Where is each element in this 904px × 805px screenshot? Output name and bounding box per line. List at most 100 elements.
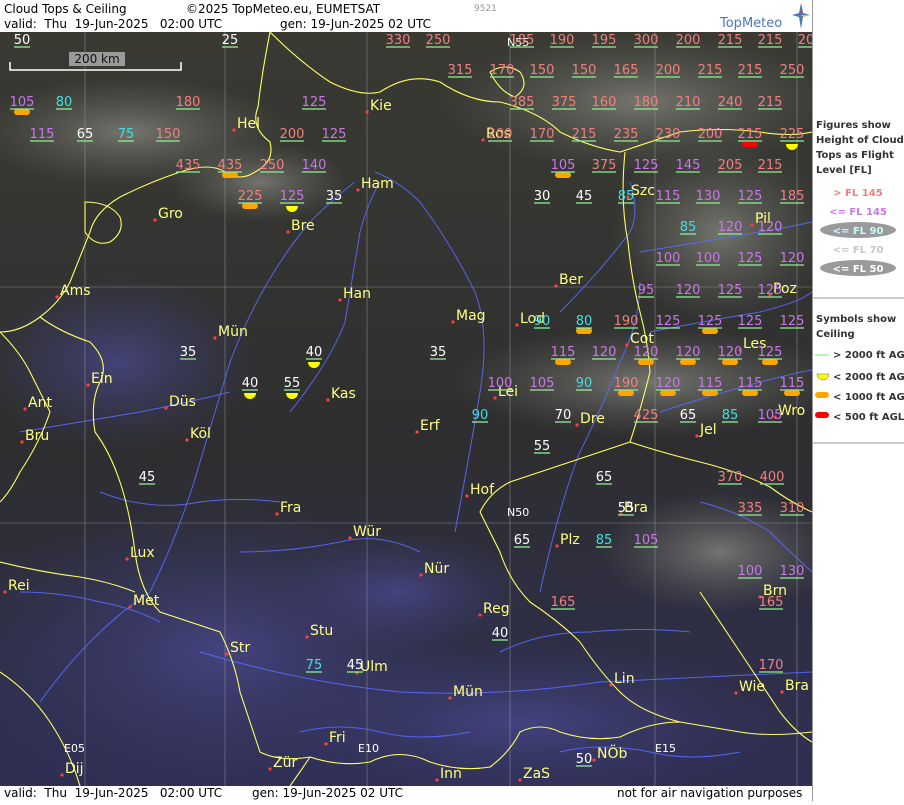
cloud-top-label: 65 bbox=[680, 408, 697, 423]
cloud-top-label: 215 bbox=[572, 127, 597, 142]
city-dot bbox=[213, 336, 217, 340]
cloud-top-value: 50 bbox=[576, 752, 593, 767]
cloud-top-value: 120 bbox=[780, 251, 805, 266]
cloud-top-value: 35 bbox=[430, 345, 447, 360]
cloud-top-value: 165 bbox=[551, 595, 576, 610]
city-dot bbox=[750, 223, 754, 227]
cloud-top-value: 55 bbox=[534, 439, 551, 454]
city-dot bbox=[448, 696, 452, 700]
cloud-top-label: 180 bbox=[634, 95, 659, 110]
cloud-top-value: 100 bbox=[488, 376, 513, 391]
city-dot bbox=[419, 573, 423, 577]
city-marker: Wür bbox=[348, 524, 381, 540]
cloud-top-label: 115 bbox=[30, 127, 55, 142]
cloud-top-value: 125 bbox=[656, 314, 681, 329]
cloud-top-value: 105 bbox=[551, 158, 576, 173]
cloud-top-label: 120 bbox=[592, 345, 617, 360]
cloud-top-value: 150 bbox=[156, 127, 181, 142]
cloud-top-value: 200 bbox=[656, 63, 681, 78]
cloud-top-value: 215 bbox=[758, 158, 783, 173]
footer-valid-time: valid: Thu 19-Jun-2025 02:00 UTC bbox=[4, 786, 223, 800]
logo-text: TopMeteo bbox=[720, 16, 783, 31]
cloud-top-label: 115 bbox=[551, 345, 576, 360]
cloud-top-value: 105 bbox=[634, 533, 659, 548]
cloud-top-label: 190 bbox=[550, 33, 575, 48]
cloud-top-label: 85 bbox=[680, 220, 697, 235]
city-label: Bra bbox=[785, 678, 809, 694]
topmeteo-logo[interactable]: TopMeteo bbox=[720, 3, 812, 31]
cloud-top-value: 65 bbox=[514, 533, 531, 548]
cloud-top-label: 35 bbox=[180, 345, 197, 360]
cloud-top-value: 235 bbox=[614, 127, 639, 142]
city-marker: ZaS bbox=[518, 766, 550, 782]
cloud-top-label: 230 bbox=[656, 127, 681, 142]
cloud-top-value: 225 bbox=[780, 127, 805, 142]
city-marker: Bra bbox=[780, 678, 809, 694]
cloud-top-label: 100 bbox=[656, 251, 681, 266]
map-canvas[interactable]: KieHelRosHam SzcGroBre PilBerAms Han PozMag L… bbox=[0, 32, 812, 786]
city-dot bbox=[481, 138, 485, 142]
cloud-top-value: 425 bbox=[634, 408, 659, 423]
copyright: ©2025 TopMeteo.eu, EUMETSAT bbox=[186, 2, 381, 16]
cloud-top-label: 165 bbox=[614, 63, 639, 78]
city-label: Ams bbox=[60, 283, 91, 299]
city-dot bbox=[415, 430, 419, 434]
cloud-top-label: 225 bbox=[780, 127, 805, 142]
city-dot bbox=[451, 320, 455, 324]
cloud-top-value: 230 bbox=[656, 127, 681, 142]
cloud-top-value: 120 bbox=[676, 345, 701, 360]
cloud-top-value: 215 bbox=[572, 127, 597, 142]
legend-fl-item: <= FL 70 bbox=[833, 245, 884, 256]
city-marker: Plz bbox=[555, 532, 580, 548]
cloud-top-value: 190 bbox=[614, 376, 639, 391]
cloud-top-label: 215 bbox=[698, 63, 723, 78]
cloud-top-value: 40 bbox=[306, 345, 323, 360]
cloud-top-label: 90 bbox=[534, 314, 551, 329]
cloud-top-label: 50 bbox=[14, 33, 31, 48]
city-dot bbox=[515, 323, 519, 327]
cloud-top-value: 50 bbox=[14, 33, 31, 48]
cloud-top-value: 20 bbox=[798, 33, 812, 48]
cloud-top-label: 105 bbox=[530, 376, 555, 391]
cloud-top-value: 65 bbox=[680, 408, 697, 423]
city-marker: Rei bbox=[3, 578, 30, 594]
cloud-top-label: 55 bbox=[534, 439, 551, 454]
cloud-top-label: 425 bbox=[634, 408, 659, 423]
cloud-top-value: 40 bbox=[492, 626, 509, 641]
cloud-top-value: 85 bbox=[618, 189, 635, 204]
city-label: Stu bbox=[310, 623, 333, 639]
city-dot bbox=[125, 557, 129, 561]
cloud-top-value: 125 bbox=[280, 189, 305, 204]
cloud-top-value: 115 bbox=[30, 127, 55, 142]
cloud-top-label: 250 bbox=[260, 158, 285, 173]
cloud-top-value: 240 bbox=[718, 95, 743, 110]
cloud-top-label: 45 bbox=[139, 470, 156, 485]
city-label: Köl bbox=[190, 426, 211, 442]
cloud-top-label: 85 bbox=[722, 408, 739, 423]
cloud-top-label: 150 bbox=[572, 63, 597, 78]
cloud-top-value: 180 bbox=[176, 95, 201, 110]
city-marker: NÖb bbox=[592, 744, 627, 762]
cloud-top-value: 200 bbox=[488, 127, 513, 142]
cloud-top-label: 335 bbox=[738, 501, 763, 516]
city-dot bbox=[153, 218, 157, 222]
map-area[interactable]: Kie Hel Ros Ham Szc Gro Bre Pil Ber Ams Han Poz Mag L… bbox=[0, 32, 812, 786]
cloud-top-value: 90 bbox=[534, 314, 551, 329]
cloud-top-value: 190 bbox=[614, 314, 639, 329]
cloud-top-value: 375 bbox=[592, 158, 617, 173]
cloud-top-value: 45 bbox=[139, 470, 156, 485]
city-marker: Wie bbox=[734, 679, 765, 695]
city-marker: Bre bbox=[286, 218, 315, 234]
cloud-top-value: 65 bbox=[596, 470, 613, 485]
cloud-top-label: 185 bbox=[510, 33, 535, 48]
cloud-top-value: 65 bbox=[77, 127, 94, 142]
city-dot bbox=[305, 635, 309, 639]
cloud-top-label: 125 bbox=[738, 314, 763, 329]
cloud-top-value: 115 bbox=[551, 345, 576, 360]
cloud-top-value: 150 bbox=[572, 63, 597, 78]
cloud-top-label: 125 bbox=[738, 189, 763, 204]
city-label: Plz bbox=[560, 532, 580, 548]
legend-ceiling-item: < 500 ft AGL bbox=[833, 412, 904, 423]
cloud-top-label: 105 bbox=[758, 408, 783, 423]
valid-time: valid: Thu 19-Jun-2025 02:00 UTC bbox=[4, 17, 223, 31]
